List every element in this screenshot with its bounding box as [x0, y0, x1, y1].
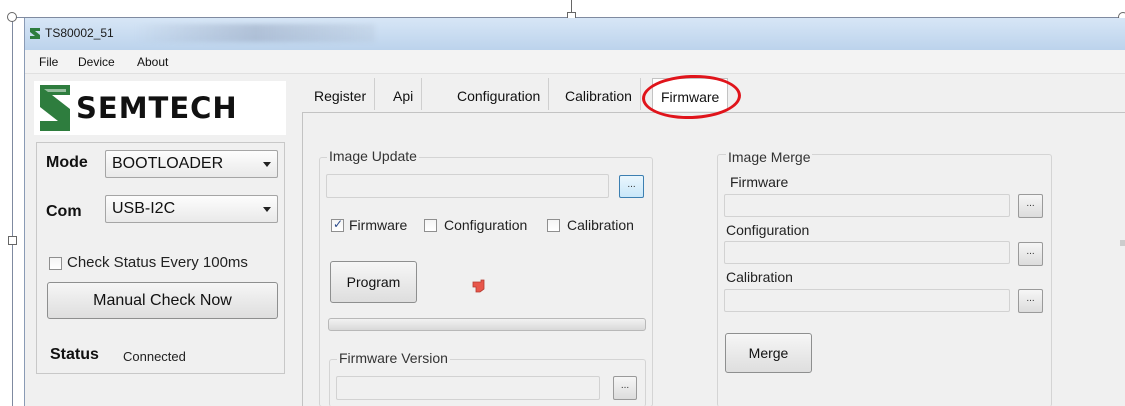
program-progress-bar: [328, 318, 646, 331]
com-dropdown[interactable]: USB-I2C: [105, 195, 278, 223]
merge-firmware-browse-button[interactable]: ...: [1018, 194, 1043, 218]
merge-configuration-browse-label: ...: [1026, 246, 1035, 257]
chevron-down-icon: [263, 162, 271, 167]
tab-calibration[interactable]: Calibration: [557, 78, 641, 110]
window-title: TS80002_51: [45, 26, 114, 40]
calibration-checkbox[interactable]: [547, 219, 560, 232]
merge-firmware-browse-label: ...: [1026, 198, 1035, 209]
tab-calibration-label: Calibration: [565, 88, 632, 104]
chevron-down-icon: [263, 207, 271, 212]
merge-firmware-input[interactable]: [724, 194, 1010, 217]
merge-calibration-browse-button[interactable]: ...: [1018, 289, 1043, 313]
tab-configuration-label: Configuration: [457, 88, 541, 104]
menu-file[interactable]: File: [39, 55, 58, 69]
merge-button[interactable]: Merge: [725, 333, 812, 373]
merge-calibration-browse-label: ...: [1026, 293, 1035, 304]
image-path-input[interactable]: [326, 174, 609, 198]
merge-firmware-label: Firmware: [730, 174, 789, 190]
merge-label: Merge: [748, 345, 789, 361]
image-browse-button[interactable]: ...: [619, 175, 644, 198]
tab-api-label: Api: [393, 88, 414, 104]
rotation-stem: [571, 0, 572, 12]
title-bar[interactable]: TS80002_51: [25, 18, 1125, 50]
mode-dropdown[interactable]: BOOTLOADER: [105, 150, 278, 178]
merge-calibration-input[interactable]: [724, 289, 1010, 312]
selection-frame-left: [12, 17, 13, 406]
configuration-checkbox[interactable]: [424, 219, 437, 232]
selection-handle-mid-left[interactable]: [8, 236, 17, 245]
configuration-checkbox-label: Configuration: [444, 217, 528, 233]
merge-configuration-label: Configuration: [726, 222, 810, 238]
connection-panel: Mode BOOTLOADER Com USB-I2C Check Status…: [36, 142, 285, 374]
firmware-checkbox-label: Firmware: [349, 217, 408, 233]
calibration-checkbox-label: Calibration: [567, 217, 634, 233]
firmware-version-browse-button[interactable]: ...: [613, 376, 637, 400]
window-edge-grip: [1120, 240, 1125, 246]
title-bar-blur: [135, 24, 375, 42]
firmware-version-browse-label: ...: [620, 380, 630, 391]
mode-label: Mode: [46, 154, 88, 171]
tab-api[interactable]: Api: [385, 78, 423, 110]
mode-value: BOOTLOADER: [112, 155, 224, 172]
firmware-checkbox[interactable]: [331, 217, 344, 232]
semtech-logo: SEMTECH: [34, 81, 286, 135]
tab-configuration[interactable]: Configuration: [449, 78, 550, 110]
com-value: USB-I2C: [112, 200, 176, 217]
program-button[interactable]: Program: [330, 261, 417, 303]
program-label: Program: [346, 274, 401, 290]
menu-about[interactable]: About: [137, 55, 168, 69]
merge-calibration-label: Calibration: [726, 269, 793, 285]
firmware-version-title: Firmware Version: [337, 350, 450, 366]
merge-configuration-input[interactable]: [724, 241, 1010, 264]
firmware-tab-page: Image Update ... Firmware Configuration …: [302, 112, 1125, 406]
merge-configuration-browse-button[interactable]: ...: [1018, 242, 1043, 266]
selection-handle-top-left[interactable]: [7, 12, 17, 22]
app-icon: [30, 28, 40, 39]
status-label: Status: [50, 346, 99, 363]
tab-register[interactable]: Register: [306, 78, 376, 110]
logo-wordmark: SEMTECH: [76, 91, 238, 125]
image-update-title: Image Update: [327, 148, 419, 164]
image-browse-label: ...: [627, 179, 636, 190]
image-merge-title: Image Merge: [726, 149, 813, 165]
com-label: Com: [46, 203, 82, 220]
pointing-hand-icon: [472, 279, 485, 293]
firmware-version-input[interactable]: [336, 376, 600, 400]
menu-device[interactable]: Device: [78, 55, 115, 69]
status-value: Connected: [123, 349, 186, 364]
check-status-label: Check Status Every 100ms: [67, 254, 248, 271]
manual-check-label: Manual Check Now: [93, 292, 232, 309]
menu-bar: File Device About: [25, 50, 1125, 74]
tab-register-label: Register: [314, 88, 367, 104]
semtech-logo-mark-icon: [40, 85, 70, 131]
manual-check-button[interactable]: Manual Check Now: [47, 282, 278, 319]
check-status-checkbox[interactable]: [49, 257, 62, 270]
